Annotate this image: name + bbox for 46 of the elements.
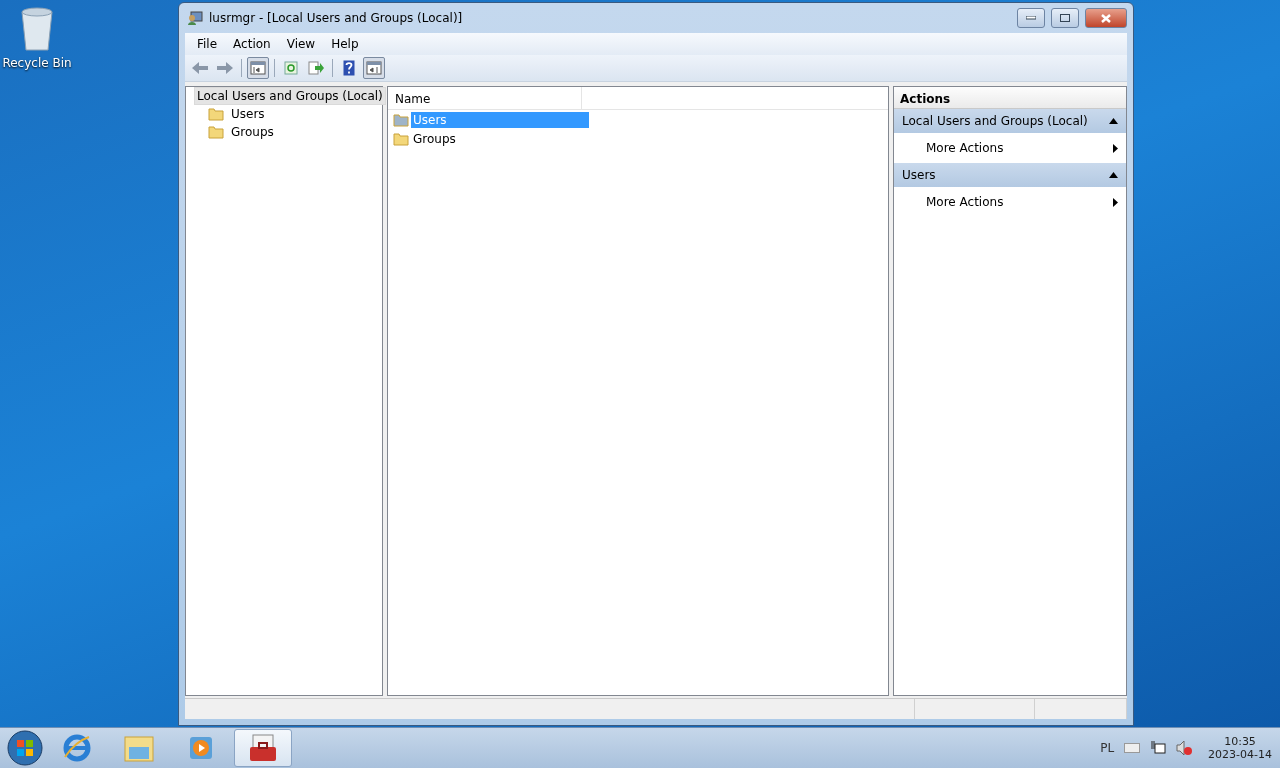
submenu-arrow-icon [1113,197,1118,207]
actions-pane-title: Actions [894,87,1126,109]
menu-item[interactable]: Help [323,37,367,51]
muted-speaker-icon[interactable] [1176,740,1193,756]
toolbox-icon[interactable] [247,733,279,763]
collapse-arrow-icon[interactable] [1109,118,1118,124]
tree-item[interactable]: Users [228,105,268,123]
action-link[interactable]: More Actions [926,195,1004,209]
folder-icon [208,125,224,139]
section-title: Local Users and Groups (Local) [902,114,1088,128]
media-player-icon[interactable] [187,734,215,762]
folder-icon [393,112,409,127]
close-button[interactable] [1085,8,1127,28]
start-orb-icon[interactable] [6,729,44,767]
clock[interactable]: 10:35 2023-04-14 [1208,735,1272,761]
tree-item[interactable]: Groups [228,123,277,141]
action-section-header[interactable]: Local Users and Groups (Local) [894,109,1126,133]
language-indicator[interactable]: PL [1100,741,1115,755]
menu-item[interactable]: View [278,37,324,51]
clock-time: 10:35 [1224,735,1256,748]
help-icon[interactable] [343,60,355,76]
folder-icon [393,131,409,146]
column-header[interactable]: Name [388,87,582,109]
collapse-arrow-icon[interactable] [1109,172,1118,178]
computer-users-icon [187,10,203,26]
browser-e-icon[interactable] [62,733,92,763]
action-link[interactable]: More Actions [926,141,1004,155]
network-icon[interactable] [1150,740,1167,756]
taskbar-button[interactable] [234,729,292,767]
submenu-arrow-icon [1113,143,1118,153]
maximize-button[interactable] [1051,8,1079,28]
minimize-button[interactable] [1017,8,1045,28]
list-item[interactable]: Groups [411,130,589,147]
action-section-header[interactable]: Users [894,163,1126,187]
desktop-icon-label[interactable]: Recycle Bin [2,56,72,70]
tree-item[interactable]: Local Users and Groups (Local) [194,87,386,105]
close-icon [1101,13,1111,23]
menu-item[interactable]: File [189,37,226,51]
window-title: lusrmgr - [Local Users and Groups (Local)] [209,11,464,25]
menu-item[interactable]: Action [225,37,279,51]
clock-date: 2023-04-14 [1208,748,1272,761]
recycle-bin-icon[interactable] [18,6,56,52]
folder-icon [208,107,224,121]
minimize-icon [1026,16,1036,20]
section-title: Users [902,168,936,182]
maximize-icon [1060,14,1070,22]
